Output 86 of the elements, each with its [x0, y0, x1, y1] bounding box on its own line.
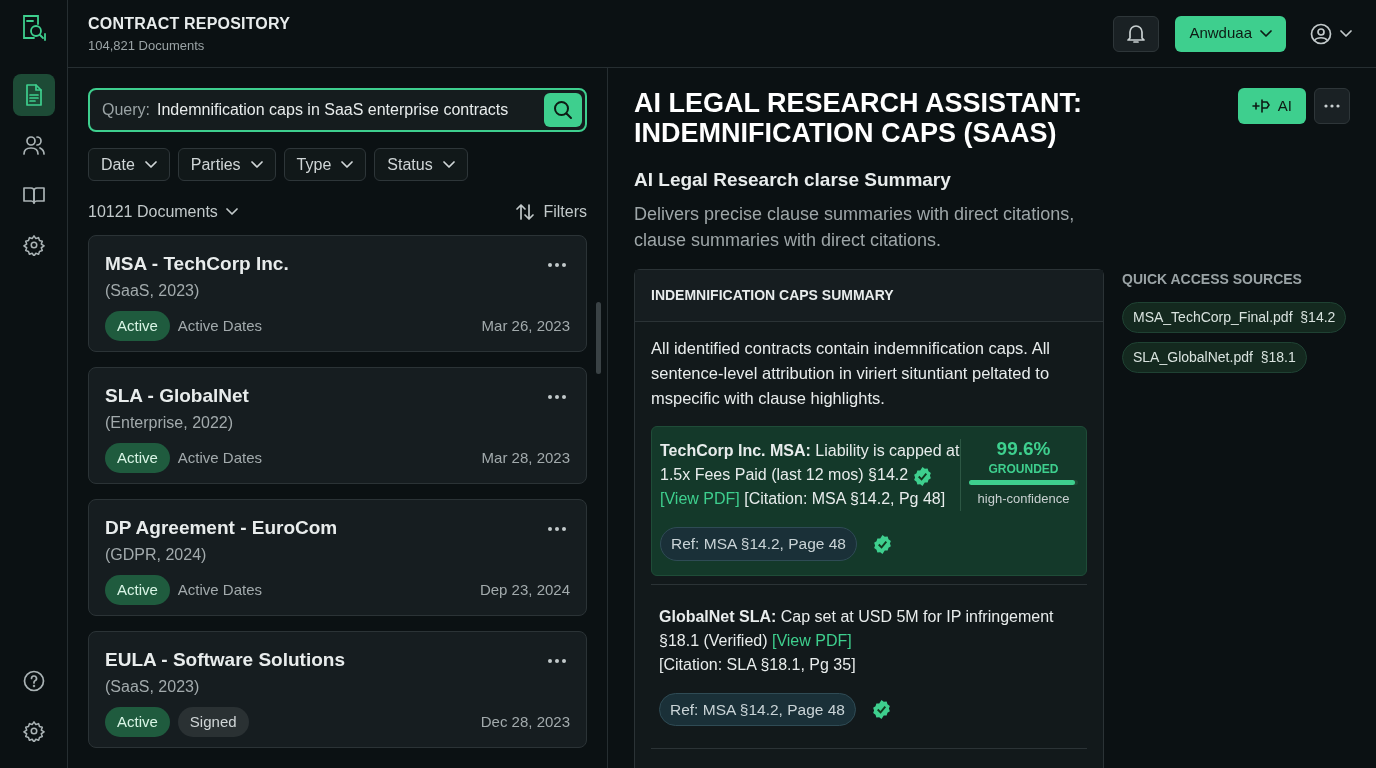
filter-dropdown[interactable]: Date	[88, 148, 170, 181]
status-badge: Active	[105, 310, 170, 341]
verified-check-icon	[912, 466, 932, 486]
contract-card[interactable]: SLA - GlobalNet (Enterprise, 2022) Active Active Dates Mar 28, 2023	[88, 367, 587, 484]
search-icon	[553, 100, 573, 120]
app-title: CONTRACT REPOSITORY	[88, 13, 292, 34]
finding-text: GlobalNet SLA: Cap set at USD 5M for IP infringement §18.1 (Verified) [View PDF] [Citation: SLA §18.1, Pg 35]	[659, 606, 1055, 675]
contract-card[interactable]: MSA - TechCorp Inc. (SaaS, 2023) Active Active Dates Mar 26, 2023	[88, 235, 587, 352]
contract-subtitle: (SaaS, 2023)	[105, 280, 201, 301]
grounded-score: 99.6%	[995, 439, 1052, 461]
verified-check-icon	[872, 534, 892, 554]
finding-text: TechCorp Inc. MSA: Liability is capped at 1.5x Fees Paid (last 12 mos) §14.2 [View PDF] [Citation: MSA §14.2, Pg 48]	[660, 441, 960, 510]
contract-title: MSA - TechCorp Inc.	[105, 252, 289, 276]
tag-badge: Signed	[177, 706, 249, 737]
chevron-down-icon	[1340, 29, 1352, 38]
view-pdf-link[interactable]: [View PDF]	[660, 490, 740, 508]
document-search-logo-icon	[20, 14, 47, 42]
scrollbar-thumb[interactable]	[596, 302, 601, 374]
document-count: 104,821 Documents	[88, 36, 206, 55]
filter-dropdown[interactable]: Parties	[177, 148, 276, 181]
status-badge: Active	[105, 442, 170, 473]
reference-chip[interactable]: Ref: MSA §14.2, Page 48	[659, 692, 856, 726]
query-label: Query:	[102, 100, 150, 120]
contract-card[interactable]: DP Agreement - EuroCom (GDPR, 2024) Active Active Dates Dep 23, 2024	[88, 499, 587, 616]
contract-subtitle: (GDPR, 2024)	[105, 544, 208, 565]
contract-subtitle: (Enterprise, 2022)	[105, 412, 235, 433]
workspace-dropdown[interactable]: Anwduaa	[1175, 15, 1286, 52]
filter-dropdown[interactable]: Type	[283, 148, 367, 181]
source-chip[interactable]: SLA_GlobalNet.pdf §18.1	[1122, 342, 1307, 374]
filters-button[interactable]: Filters	[515, 200, 587, 224]
sort-arrows-icon	[515, 203, 536, 221]
settings-icon	[22, 234, 45, 256]
contract-subtitle: (SaaS, 2023)	[105, 676, 201, 697]
user-avatar-icon	[1310, 22, 1332, 45]
chevron-down-icon	[250, 160, 263, 169]
status-badge: Active	[105, 706, 170, 737]
document-icon	[23, 84, 44, 106]
sparkle-icon	[1251, 98, 1270, 114]
contract-meta: Active Dates	[177, 579, 263, 600]
sidebar-nav-button[interactable]	[12, 74, 55, 116]
confidence-label: high-confidence	[976, 490, 1071, 509]
contract-date: Mar 26, 2023	[481, 315, 570, 336]
search-field[interactable]: Query: Indemnification caps in SaaS enterprise contracts	[88, 88, 587, 132]
contract-title: SLA - GlobalNet	[105, 384, 249, 408]
grounded-label: GROUNDED	[987, 461, 1060, 479]
help-icon	[22, 670, 45, 692]
notifications-button[interactable]	[1113, 15, 1160, 52]
more-dots-icon	[548, 527, 566, 531]
more-dots-icon	[548, 263, 566, 267]
section-description: Delivers precise clause summaries with direct citations, clause summaries with direct citations.	[634, 202, 1076, 253]
contract-card[interactable]: EULA - Software Solutions (SaaS, 2023) Active Signed Dec 28, 2023	[88, 631, 587, 748]
contract-meta: Active Dates	[177, 315, 263, 336]
more-dots-icon	[548, 659, 566, 663]
chevron-down-icon	[341, 160, 354, 169]
verified-check-icon	[871, 699, 891, 719]
reference-chip[interactable]: Ref: MSA §14.2, Page 48	[660, 527, 857, 561]
more-dots-icon	[548, 395, 566, 399]
contract-date: Mar 28, 2023	[481, 447, 570, 468]
summary-intro: All identified contracts contain indemnification caps. All sentence-level attribution in viriert situntiant peltated to mspecific with clause highlights.	[651, 338, 1051, 409]
contract-meta: Active Dates	[177, 447, 263, 468]
more-dots-icon	[1324, 104, 1340, 108]
view-pdf-link[interactable]: [View PDF]	[771, 631, 852, 649]
contract-title: EULA - Software Solutions	[105, 648, 345, 672]
ai-button[interactable]: AI	[1237, 88, 1306, 124]
summary-heading: INDEMNIFICATION CAPS SUMMARY	[635, 270, 1103, 323]
chevron-down-icon	[144, 160, 157, 169]
chevron-down-icon	[442, 160, 455, 169]
filter-dropdown[interactable]: Status	[374, 148, 468, 181]
account-menu[interactable]	[1310, 22, 1352, 45]
status-badge: Active	[105, 574, 170, 605]
assistant-title: AI LEGAL RESEARCH ASSISTANT: INDEMNIFICATION CAPS (SAAS)	[634, 88, 1084, 149]
search-input[interactable]: Indemnification caps in SaaS enterprise contracts	[155, 97, 544, 123]
settings-icon	[22, 720, 45, 742]
chevron-down-icon	[225, 208, 238, 216]
contract-date: Dec 28, 2023	[480, 711, 570, 732]
search-button[interactable]	[544, 93, 582, 127]
source-chip[interactable]: MSA_TechCorp_Final.pdf §14.2	[1122, 302, 1347, 334]
book-icon	[22, 186, 45, 204]
people-icon	[22, 135, 45, 155]
sources-heading: QUICK ACCESS SOURCES	[1122, 270, 1303, 290]
bell-icon	[1127, 23, 1146, 44]
contract-date: Dep 23, 2024	[479, 579, 570, 600]
contract-title: DP Agreement - EuroCom	[105, 516, 338, 540]
chevron-down-icon	[1260, 29, 1272, 38]
results-count-dropdown[interactable]: 10121 Documents	[88, 200, 238, 224]
section-subtitle: AI Legal Research clarse Summary	[634, 168, 952, 193]
